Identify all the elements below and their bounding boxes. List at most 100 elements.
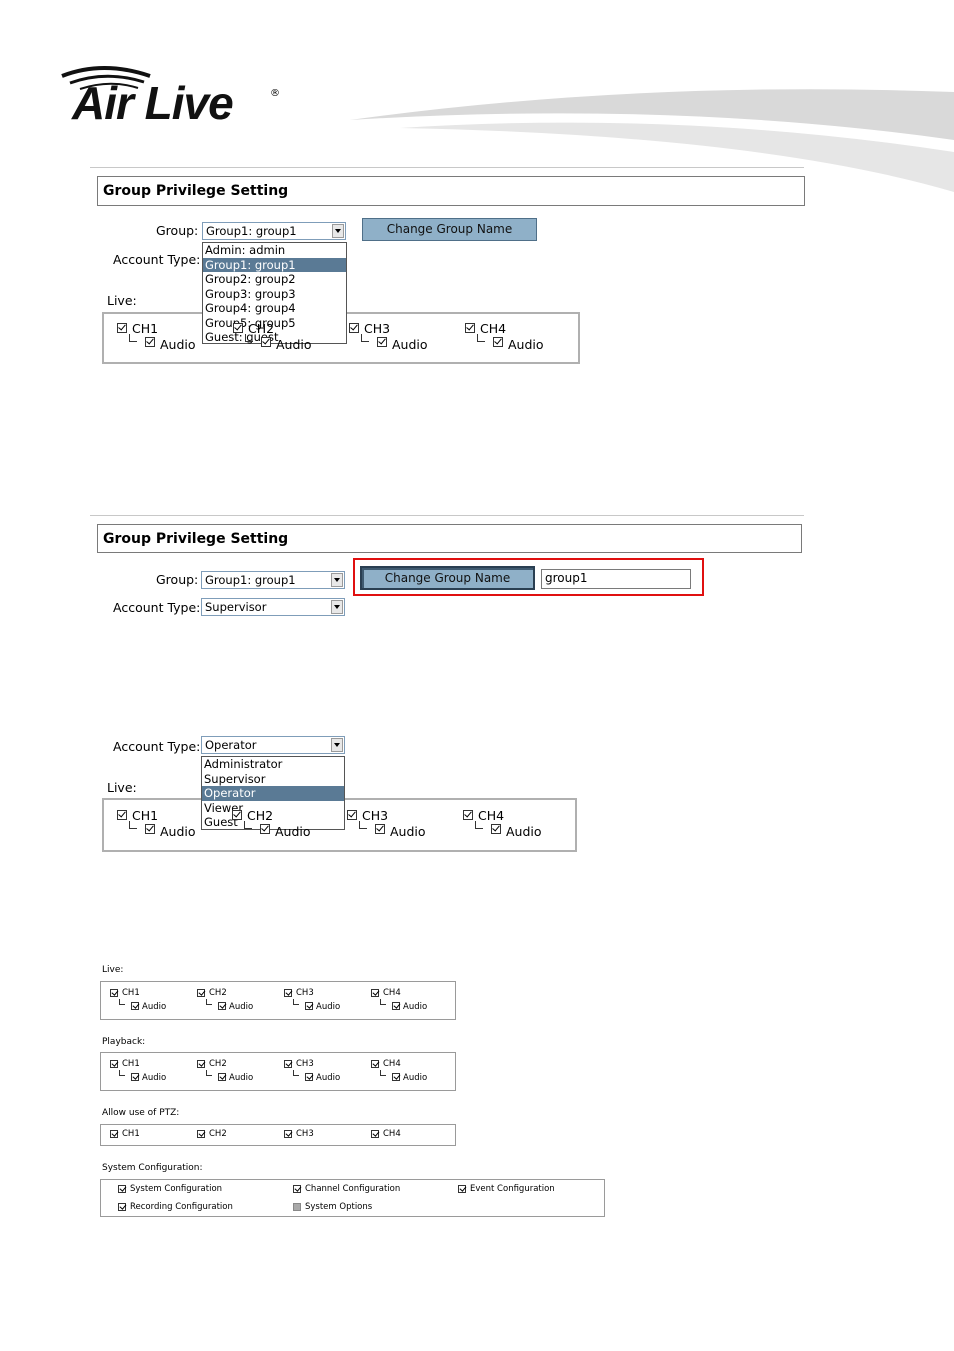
checkbox-ch1-playback[interactable] — [110, 1060, 118, 1068]
live-label: Live: — [107, 780, 137, 795]
group-dropdown-list[interactable]: Admin: admin Group1: group1 Group2: group2… — [202, 242, 347, 344]
tree-connector — [245, 334, 253, 342]
checkbox-ch1[interactable] — [117, 810, 127, 820]
checkbox-audio[interactable] — [377, 337, 387, 347]
group-select-value: Group1: group1 — [205, 573, 296, 587]
audio-label: Audio — [160, 337, 196, 352]
checkbox-audio[interactable] — [131, 1073, 139, 1081]
checkbox-ch1-live[interactable] — [110, 989, 118, 997]
dropdown-option[interactable]: Supervisor — [202, 772, 344, 787]
dropdown-option[interactable]: Guest: guest — [203, 330, 346, 345]
dropdown-option[interactable]: Admin: admin — [203, 243, 346, 258]
checkbox-sysconf[interactable] — [458, 1185, 466, 1193]
account-type-value: Supervisor — [205, 600, 267, 614]
change-group-name-button[interactable]: Change Group Name — [360, 566, 535, 590]
audio-label: Audio — [275, 824, 311, 839]
checkbox-audio[interactable] — [218, 1002, 226, 1010]
checkbox-audio[interactable] — [218, 1073, 226, 1081]
group-name-input[interactable]: group1 — [541, 569, 691, 589]
checkbox-audio[interactable] — [145, 824, 155, 834]
checkbox-audio[interactable] — [493, 337, 503, 347]
checkbox-ch2[interactable] — [232, 810, 242, 820]
checkbox-audio[interactable] — [305, 1073, 313, 1081]
checkbox-audio[interactable] — [261, 337, 271, 347]
chevron-down-icon[interactable] — [331, 573, 343, 587]
tree-connector — [380, 1070, 386, 1076]
ptz-channels-box — [100, 1124, 456, 1146]
checkbox-ch3-playback[interactable] — [284, 1060, 292, 1068]
checkbox-audio[interactable] — [131, 1002, 139, 1010]
sysconf-item-label: System Options — [305, 1202, 373, 1212]
account-type-select[interactable]: Supervisor — [201, 598, 345, 616]
audio-label: Audio — [390, 824, 426, 839]
chevron-down-icon[interactable] — [331, 600, 343, 614]
checkbox-sysconf[interactable] — [293, 1203, 301, 1211]
checkbox-sysconf[interactable] — [293, 1185, 301, 1193]
panel-title: Group Privilege Setting — [97, 524, 802, 553]
checkbox-ch4-ptz[interactable] — [371, 1130, 379, 1138]
checkbox-ch3[interactable] — [347, 810, 357, 820]
channel-label: CH4 — [383, 1059, 401, 1069]
dropdown-option[interactable]: Group4: group4 — [203, 301, 346, 316]
channel-label: CH2 — [209, 988, 227, 998]
tree-connector — [361, 334, 369, 342]
checkbox-ch3[interactable] — [349, 323, 359, 333]
chevron-down-icon[interactable] — [332, 224, 344, 238]
divider — [90, 515, 804, 516]
dropdown-option[interactable]: Group5: group5 — [203, 316, 346, 331]
audio-label: Audio — [506, 824, 542, 839]
group-select[interactable]: Group1: group1 — [201, 571, 345, 589]
checkbox-ch4[interactable] — [465, 323, 475, 333]
checkbox-sysconf[interactable] — [118, 1203, 126, 1211]
channel-label: CH3 — [296, 1059, 314, 1069]
dropdown-option[interactable]: Group1: group1 — [203, 257, 346, 272]
dropdown-option[interactable]: Operator — [202, 786, 344, 801]
checkbox-ch2-playback[interactable] — [197, 1060, 205, 1068]
change-group-name-button[interactable]: Change Group Name — [362, 218, 537, 241]
checkbox-audio[interactable] — [375, 824, 385, 834]
checkbox-audio[interactable] — [145, 337, 155, 347]
sysconf-item-label: Channel Configuration — [305, 1184, 401, 1194]
tree-connector — [119, 1070, 125, 1076]
checkbox-ch2-live[interactable] — [197, 989, 205, 997]
checkbox-ch1[interactable] — [117, 323, 127, 333]
checkbox-ch4-playback[interactable] — [371, 1060, 379, 1068]
audio-label: Audio — [403, 1073, 428, 1083]
checkbox-audio[interactable] — [305, 1002, 313, 1010]
live-label: Live: — [107, 293, 137, 308]
group-select[interactable]: Group1: group1 — [202, 222, 346, 240]
audio-label: Audio — [229, 1002, 254, 1012]
checkbox-audio[interactable] — [491, 824, 501, 834]
dropdown-option[interactable]: Group3: group3 — [203, 287, 346, 302]
registered-mark: ® — [270, 88, 280, 99]
dropdown-option[interactable]: Group2: group2 — [203, 272, 346, 287]
channel-label: CH3 — [296, 1129, 314, 1139]
checkbox-ch2-ptz[interactable] — [197, 1130, 205, 1138]
tree-connector — [380, 999, 386, 1005]
sysconf-item-label: System Configuration — [130, 1184, 223, 1194]
checkbox-ch4-live[interactable] — [371, 989, 379, 997]
logo-text: Air Live — [72, 77, 234, 129]
divider — [90, 167, 804, 168]
tree-connector — [119, 999, 125, 1005]
audio-label: Audio — [142, 1002, 167, 1012]
live-channels-box — [100, 981, 456, 1020]
dropdown-option[interactable]: Administrator — [202, 757, 344, 772]
chevron-down-icon[interactable] — [331, 738, 343, 752]
checkbox-ch4[interactable] — [463, 810, 473, 820]
checkbox-ch2[interactable] — [233, 323, 243, 333]
account-type-select[interactable]: Operator — [201, 736, 345, 754]
checkbox-ch3-ptz[interactable] — [284, 1130, 292, 1138]
checkbox-ch3-live[interactable] — [284, 989, 292, 997]
checkbox-audio[interactable] — [392, 1073, 400, 1081]
tree-connector — [477, 334, 485, 342]
account-type-value: Operator — [205, 738, 257, 752]
checkbox-audio[interactable] — [392, 1002, 400, 1010]
sysconf-item-label: Event Configuration — [470, 1184, 555, 1194]
checkbox-ch1-ptz[interactable] — [110, 1130, 118, 1138]
airlive-logo: Air Live ® — [58, 62, 288, 129]
channel-label: CH4 — [383, 988, 401, 998]
checkbox-audio[interactable] — [260, 824, 270, 834]
checkbox-sysconf[interactable] — [118, 1185, 126, 1193]
group-select-value: Group1: group1 — [206, 224, 297, 238]
